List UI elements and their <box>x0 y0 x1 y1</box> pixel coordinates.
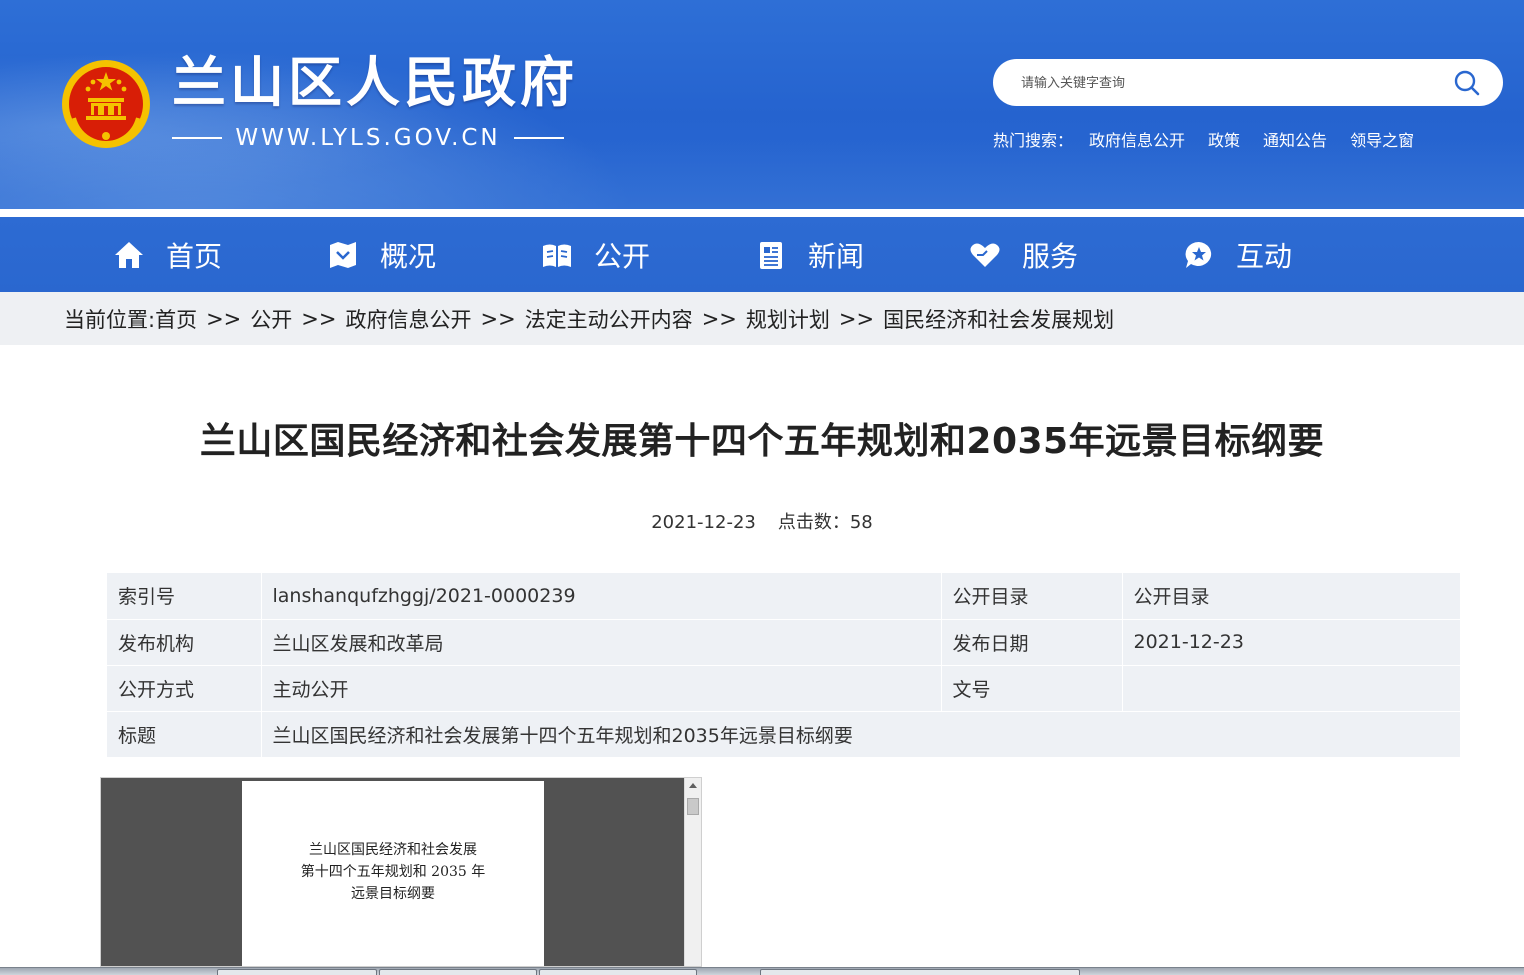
pdf-page: 兰山区国民经济和社会发展 第十四个五年规划和 2035 年 远景目标纲要 <box>242 781 544 966</box>
breadcrumb-item-gov-info[interactable]: 政府信息公开 <box>345 304 471 334</box>
table-value: 2021-12-23 <box>1121 619 1460 666</box>
main-nav: 首页 概况 公开 新闻 服务 互动 <box>0 217 1524 292</box>
hot-search-link-gov-info[interactable]: 政府信息公开 <box>1089 127 1185 151</box>
table-value: 公开目录 <box>1121 573 1460 620</box>
table-key: 标题 <box>107 711 261 758</box>
table-key: 文号 <box>940 665 1122 712</box>
pdf-title-line: 第十四个五年规划和 2035 年 <box>300 864 486 880</box>
hot-search-link-policy[interactable]: 政策 <box>1208 127 1240 151</box>
breadcrumb-item-planning[interactable]: 规划计划 <box>746 304 830 334</box>
taskbar <box>0 967 1524 975</box>
breadcrumb-prefix: 当前位置: <box>64 307 156 332</box>
header-divider <box>0 209 1524 217</box>
nav-item-label: 概况 <box>380 239 437 273</box>
table-key: 发布机构 <box>107 619 261 666</box>
pdf-title-line: 远景目标纲要 <box>351 886 435 902</box>
table-key: 公开方式 <box>107 665 261 712</box>
breadcrumb-separator: >> <box>480 306 516 331</box>
nav-item-label: 互动 <box>1236 239 1293 273</box>
breadcrumb-separator: >> <box>301 306 337 331</box>
home-icon <box>115 241 143 268</box>
breadcrumb-separator: >> <box>701 306 737 331</box>
article-title: 兰山区国民经济和社会发展第十四个五年规划和2035年远景目标纲要 <box>199 421 1325 462</box>
nav-item-overview[interactable]: 概况 <box>326 217 436 292</box>
site-url-line: WWW.LYLS.GOV.CN <box>172 120 564 156</box>
national-emblem-icon <box>62 60 150 148</box>
hot-search: 热门搜索： 政府信息公开 政策 通知公告 领导之窗 <box>993 127 1437 151</box>
nav-item-label: 公开 <box>594 239 651 273</box>
table-row: 标题 兰山区国民经济和社会发展第十四个五年规划和2035年远景目标纲要 <box>107 711 1460 758</box>
clicks-label: 点击数： <box>777 512 850 533</box>
search-input[interactable] <box>1021 70 1421 96</box>
search-icon[interactable] <box>1453 69 1481 97</box>
book-icon <box>543 244 571 267</box>
nav-item-interaction[interactable]: 互动 <box>1182 217 1292 292</box>
heart-hand-icon <box>970 243 1000 267</box>
clicks-count: 58 <box>849 512 873 533</box>
table-value <box>1121 665 1460 712</box>
breadcrumb-item-statutory[interactable]: 法定主动公开内容 <box>525 304 693 334</box>
nav-item-label: 服务 <box>1022 239 1079 273</box>
article-meta: 2021-12-23 点击数：58 <box>0 508 1524 536</box>
chat-star-icon <box>1185 241 1212 268</box>
scroll-up-arrow-icon[interactable] <box>689 783 697 788</box>
pdf-viewer[interactable]: 兰山区国民经济和社会发展 第十四个五年规划和 2035 年 远景目标纲要 <box>100 777 702 967</box>
table-value: 兰山区国民经济和社会发展第十四个五年规划和2035年远景目标纲要 <box>260 711 1460 758</box>
article-date: 2021-12-23 <box>651 512 756 533</box>
table-value: 兰山区发展和改革局 <box>260 619 941 666</box>
taskbar-button[interactable] <box>760 969 1080 975</box>
table-row: 发布机构 兰山区发展和改革局 发布日期 2021-12-23 <box>107 619 1460 666</box>
overview-icon <box>330 241 356 268</box>
table-row: 公开方式 主动公开 文号 <box>107 665 1460 712</box>
breadcrumb-item-public[interactable]: 公开 <box>250 304 292 334</box>
site-url: WWW.LYLS.GOV.CN <box>235 125 501 151</box>
hot-search-link-leaders[interactable]: 领导之窗 <box>1350 127 1414 151</box>
table-value: lanshanqufzhggj/2021-0000239 <box>260 573 941 620</box>
url-dash-right <box>513 137 564 139</box>
breadcrumb: 当前位置: 首页 >> 公开 >> 政府信息公开 >> 法定主动公开内容 >> … <box>0 292 1524 345</box>
pdf-scrollbar[interactable] <box>684 778 701 966</box>
nav-item-news[interactable]: 新闻 <box>754 217 864 292</box>
table-row: 索引号 lanshanqufzhggj/2021-0000239 公开目录 公开… <box>107 573 1460 620</box>
breadcrumb-item-economic-plan[interactable]: 国民经济和社会发展规划 <box>883 304 1114 334</box>
table-value: 主动公开 <box>260 665 941 712</box>
news-icon <box>760 241 782 269</box>
site-title: 兰山区人民政府 <box>172 51 578 114</box>
table-key: 发布日期 <box>940 619 1122 666</box>
taskbar-button[interactable] <box>379 969 537 975</box>
hot-search-label: 热门搜索： <box>993 131 1074 150</box>
nav-item-label: 新闻 <box>808 239 865 273</box>
breadcrumb-item-home[interactable]: 首页 <box>155 304 197 334</box>
table-key: 公开目录 <box>940 573 1122 620</box>
nav-item-home[interactable]: 首页 <box>112 217 222 292</box>
taskbar-button[interactable] <box>539 969 697 975</box>
site-header: 兰山区人民政府 WWW.LYLS.GOV.CN 热门搜索： 政府信息公开 政策 … <box>0 0 1524 209</box>
nav-item-label: 首页 <box>166 239 223 273</box>
pdf-title-line: 兰山区国民经济和社会发展 <box>309 842 477 858</box>
nav-item-public[interactable]: 公开 <box>540 217 650 292</box>
breadcrumb-separator: >> <box>838 306 875 331</box>
table-key: 索引号 <box>107 573 261 620</box>
breadcrumb-separator: >> <box>206 306 242 331</box>
scroll-thumb[interactable] <box>687 798 699 815</box>
hot-search-link-notice[interactable]: 通知公告 <box>1263 127 1327 151</box>
info-table: 索引号 lanshanqufzhggj/2021-0000239 公开目录 公开… <box>107 573 1460 758</box>
taskbar-button[interactable] <box>217 969 377 975</box>
search-box <box>993 59 1503 106</box>
nav-item-service[interactable]: 服务 <box>968 217 1078 292</box>
url-dash-left <box>172 137 222 139</box>
